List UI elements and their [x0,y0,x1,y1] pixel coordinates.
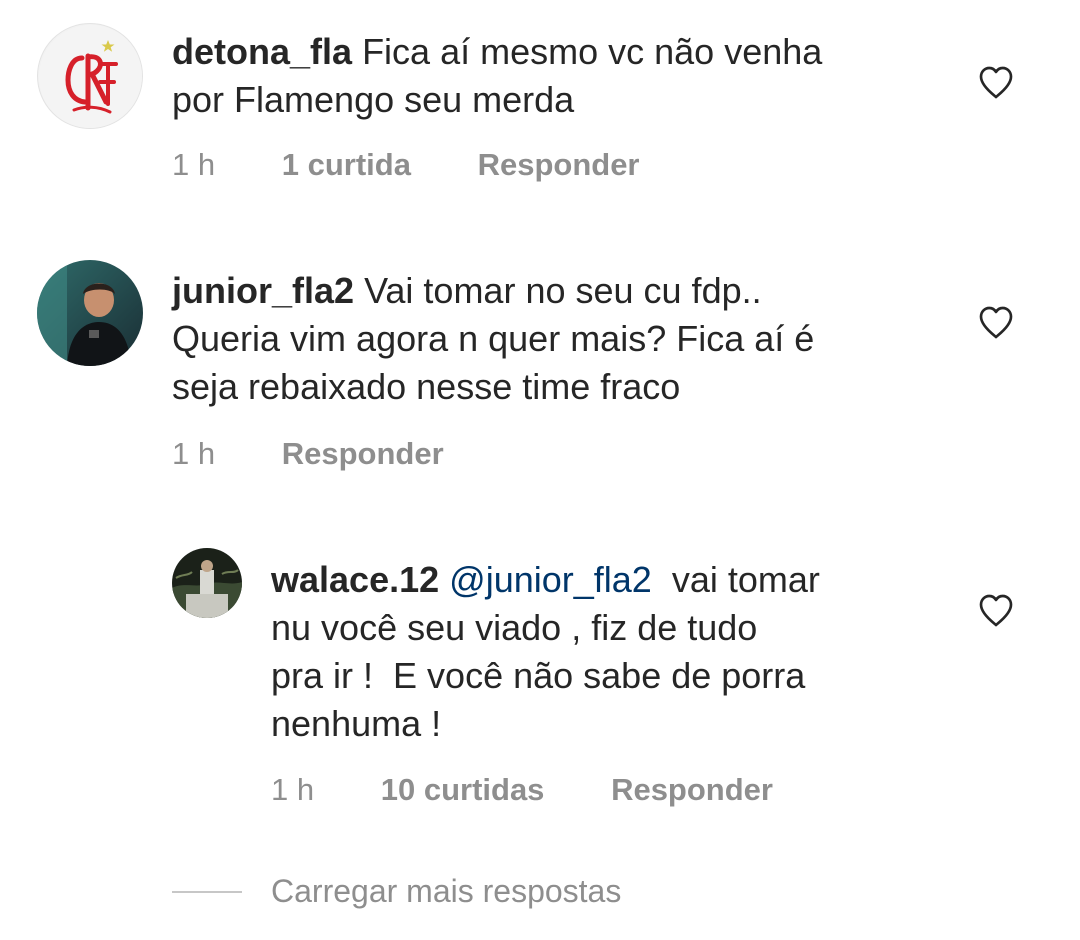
comment-username[interactable]: walace.12 [271,559,439,600]
like-button[interactable] [976,62,1016,102]
comment-body: seja rebaixado nesse time fraco [172,366,681,407]
comment-username[interactable]: junior_fla2 [172,270,354,311]
comment-body: Vai tomar no seu cu fdp.. [364,270,762,311]
user-photo-avatar [37,260,143,366]
load-more-replies-button[interactable]: Carregar mais respostas [172,870,692,916]
comment-username[interactable]: detona_fla [172,31,352,72]
divider-line [172,891,242,893]
comment-time: 1 h [172,436,216,471]
comment-body: Fica aí mesmo vc não venha [362,31,823,72]
comment-meta: 1 h 1 curtida Responder [172,147,640,183]
comment-meta: 1 h Responder [172,436,444,472]
heart-icon [979,66,1013,99]
comment-body: por Flamengo seu merda [172,79,575,120]
comment-meta: 1 h 10 curtidas Responder [271,772,773,808]
comment-text: junior_fla2 Vai tomar no seu cu fdp.. Qu… [172,267,952,411]
likes-count[interactable]: 1 curtida [282,147,411,183]
reply-button[interactable]: Responder [282,436,444,472]
avatar[interactable] [172,548,242,618]
comment-text: detona_fla Fica aí mesmo vc não venha po… [172,28,932,124]
flamengo-crest-icon [39,25,142,128]
reply-item: walace.12 @junior_fla2 vai tomar nu você… [0,540,1080,840]
mention-link[interactable]: @junior_fla2 [449,559,652,600]
avatar[interactable] [37,260,143,366]
reply-button[interactable]: Responder [478,147,640,183]
heart-icon [979,594,1013,627]
like-button[interactable] [976,302,1016,342]
comment-body: pra ir ! E você não sabe de porra [271,655,806,696]
reply-button[interactable]: Responder [611,772,773,808]
comment-body: nenhuma ! [271,703,442,744]
user-photo-avatar [172,548,242,618]
comment-text: walace.12 @junior_fla2 vai tomar nu você… [271,556,931,748]
comment-time: 1 h [172,147,216,182]
comment-item: junior_fla2 Vai tomar no seu cu fdp.. Qu… [0,240,1080,490]
comment-body: vai tomar [661,559,820,600]
comment-time: 1 h [271,772,315,807]
comment-body: Queria vim agora n quer mais? Fica aí é [172,318,815,359]
like-button[interactable] [976,590,1016,630]
likes-count[interactable]: 10 curtidas [381,772,545,808]
comment-item: detona_fla Fica aí mesmo vc não venha po… [0,0,1080,200]
comment-body: nu você seu viado , fiz de tudo [271,607,758,648]
avatar[interactable] [37,23,143,129]
load-more-label: Carregar mais respostas [271,873,622,909]
heart-icon [979,306,1013,339]
